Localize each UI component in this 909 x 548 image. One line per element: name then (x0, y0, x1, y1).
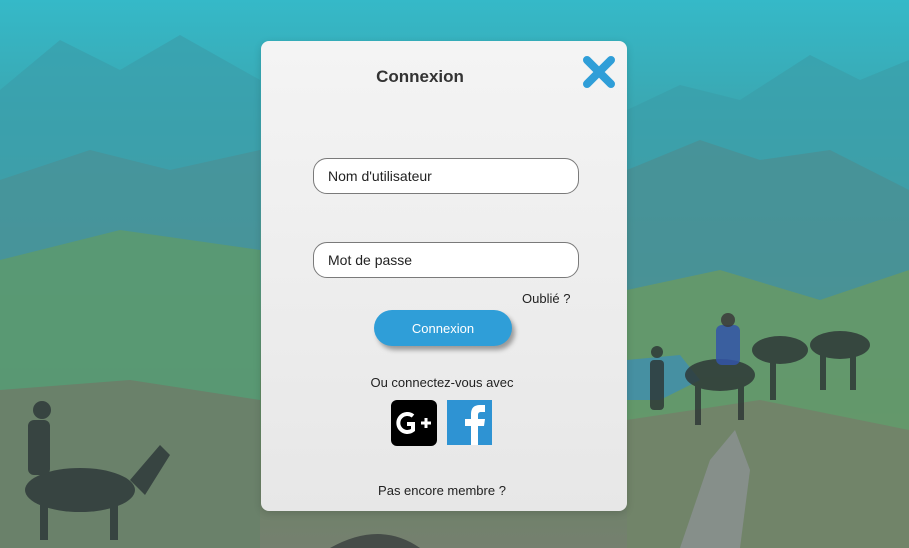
forgot-password-link[interactable]: Oublié ? (522, 291, 570, 306)
modal-title: Connexion (376, 67, 464, 86)
close-x-icon (583, 56, 615, 88)
login-modal: Connexion Oublié ? Connexion Ou connecte… (261, 41, 627, 511)
social-login-label: Ou connectez-vous avec (370, 375, 514, 390)
login-button[interactable]: Connexion (374, 310, 512, 346)
password-input[interactable] (313, 242, 579, 278)
username-input[interactable] (313, 158, 579, 194)
register-link[interactable]: Pas encore membre ? (261, 483, 623, 498)
google-plus-icon (396, 412, 431, 434)
google-plus-button[interactable] (391, 400, 437, 446)
facebook-button[interactable] (447, 400, 492, 445)
facebook-icon (465, 405, 485, 445)
close-button[interactable] (582, 55, 616, 89)
